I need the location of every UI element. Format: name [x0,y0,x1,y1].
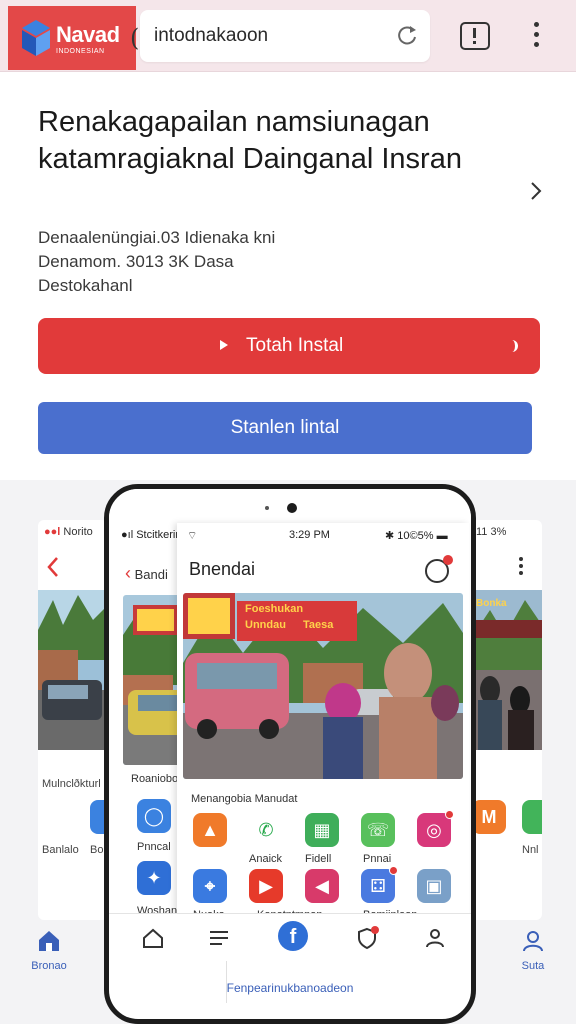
maps-app-icon[interactable]: ⌖ [193,869,227,903]
photo-banner-text: Foeshukan [245,603,304,615]
app-label: Pnncal [137,841,171,853]
more-menu-icon[interactable] [530,22,542,50]
profile-icon[interactable] [423,926,447,950]
screenshot-caption: Banlalo [42,844,79,856]
svg-text:f: f [290,926,297,948]
video-app-icon[interactable]: ▶ [249,869,283,903]
sensor-icon [265,506,269,510]
home-icon [39,931,59,951]
screenshot-caption: Roaniobo [131,773,179,785]
shield-icon[interactable] [355,926,379,950]
play-icon [220,340,228,350]
description-line: Denaalenüngiai.03 Idienaka kni [38,228,276,247]
description-line: Denamom. 3013 3K Dasa [38,252,234,271]
app-icon[interactable] [522,800,542,834]
install-button[interactable]: Totah Instal [38,318,540,374]
screenshot-card-right[interactable]: 11 3% Bonka M Nnl [470,520,542,920]
front-app-screen[interactable]: ⌔ 3:29 PM ✱ 10©5% ▬ Bnendai Foeshukan Un… [177,523,469,923]
logo-mark-icon [22,20,50,56]
app-label: Fidell [305,853,332,865]
app-icon-1[interactable]: ▲ [193,813,227,847]
crowd-photo [470,590,542,750]
wifi-icon: ⌔ [187,530,198,542]
status-time: 3:29 PM [289,529,330,541]
person-icon [523,931,543,952]
screenshot-card-left[interactable]: ●●l Norito Mulnclðkturl Banlalo Bo [38,520,108,920]
facebook-icon[interactable]: f [277,920,309,952]
status-text: ●●l Norito [44,526,93,538]
list-icon[interactable] [207,926,231,950]
reload-icon[interactable] [396,24,418,46]
description-line: Destokahanl [38,276,133,295]
screenshot-caption: Mulnclðkturl [42,778,101,790]
chat-app-icon[interactable]: ◯ [137,799,171,833]
app-icon[interactable]: M [472,800,506,834]
phone-app-icon[interactable]: ✆ [249,813,283,847]
site-logo[interactable]: Navad INDONESIAN [8,6,136,70]
install-button-label: Totah Instal [246,335,344,356]
app-label: Pnnai [363,853,392,865]
phone-mockup: ●ıl Stcitkerind ‹ Bandi Roaniobo ◯ Pnnca… [104,484,476,1024]
camera-icon [287,503,297,513]
screenshot-caption: Bo [90,844,104,856]
section-label: Menangobia Manudat [191,793,298,805]
url-text[interactable]: intodnakaoon [154,25,268,47]
phone-bottom-nav: f [109,913,471,961]
app-description: Denaalenüngiai.03 Idienaka kni Denamom. … [38,226,508,298]
messenger-app-icon[interactable]: ✦ [137,861,171,895]
app-title: Renakagapailan namsiunagan katamragiakna… [38,106,462,175]
photo-banner-text: Unndau [245,619,286,631]
more-menu-icon[interactable] [518,556,524,576]
tab-label: Bronao [31,960,67,972]
street-photo [38,590,108,750]
apps-app-icon[interactable]: ⚃ [361,866,398,903]
camera-app-icon[interactable]: ◎ [417,810,454,847]
back-nav[interactable]: ‹ Bandi [125,563,168,584]
tab-profile[interactable]: Suta [498,928,568,972]
notification-icon[interactable] [425,555,453,583]
battery-status: ✱ 10©5% ▬ [385,530,448,542]
screenshot-caption: Nnl [522,844,539,856]
logo-subtext: INDONESIAN [56,48,105,55]
photo-banner-text: Taesa [303,619,334,631]
url-paren: ( [130,24,140,52]
screen-title: Bnendai [189,559,256,579]
chevron-right-icon[interactable] [528,180,544,202]
app-label: Anaick [249,853,283,865]
tab-home[interactable]: Bronao [14,928,84,972]
photo-banner-text: Bonka [476,598,507,609]
media-app-icon[interactable]: ◀ [305,869,339,903]
grid-app-icon[interactable]: ▦ [305,813,339,847]
browser-toolbar: Navad INDONESIAN ( intodnakaoon [0,0,576,72]
logo-text: Navad [56,22,120,47]
address-bar[interactable]: intodnakaoon [140,10,430,62]
status-text: 11 3% [476,526,507,538]
secondary-install-button[interactable]: Stanlen lintal [38,402,532,454]
bottom-caption: Fenpearinukbanoadeon [226,981,354,995]
gallery-app-icon[interactable]: ▣ [417,869,451,903]
back-arrow-icon[interactable] [46,556,60,578]
home-icon[interactable] [141,926,165,950]
spinner-icon [508,340,518,352]
page-info-icon[interactable] [460,22,490,50]
call-app-icon[interactable]: ☏ [361,813,395,847]
tab-label: Suta [521,960,545,972]
